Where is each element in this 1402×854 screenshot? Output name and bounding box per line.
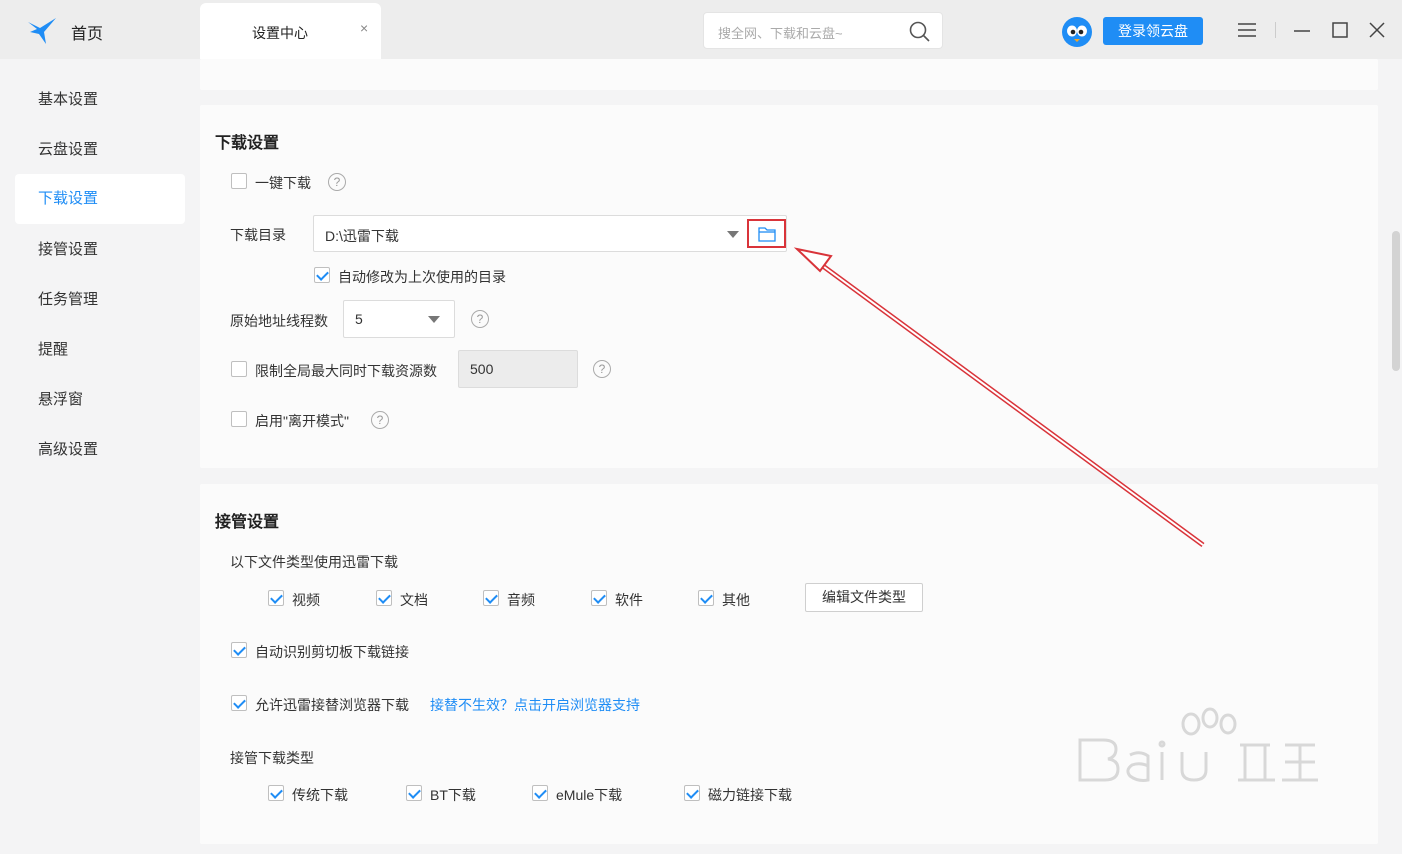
- tab-settings[interactable]: 设置中心 ×: [200, 3, 381, 59]
- type-magnet-checkbox[interactable]: [684, 785, 700, 801]
- type-traditional-label: 传统下载: [292, 787, 348, 803]
- sidebar-item-advanced[interactable]: 高级设置: [15, 425, 185, 475]
- browse-folder-button[interactable]: [747, 219, 786, 248]
- sidebar-item-cloud[interactable]: 云盘设置: [15, 125, 185, 175]
- close-window-icon[interactable]: [1367, 20, 1387, 40]
- browser-takeover-checkbox[interactable]: [231, 695, 247, 711]
- avatar[interactable]: [1060, 14, 1094, 48]
- edit-filetypes-button[interactable]: 编辑文件类型: [805, 583, 923, 612]
- threads-select[interactable]: 5: [343, 300, 455, 338]
- close-icon[interactable]: ×: [360, 21, 374, 35]
- filetype-other-label: 其他: [722, 592, 750, 608]
- divider: [1275, 22, 1276, 38]
- help-icon[interactable]: ?: [328, 173, 346, 191]
- minimize-icon[interactable]: [1292, 20, 1312, 40]
- sidebar-item-floating[interactable]: 悬浮窗: [15, 375, 185, 425]
- threads-label: 原始地址线程数: [230, 313, 328, 329]
- download-section-title: 下载设置: [215, 135, 280, 152]
- clipboard-label: 自动识别剪切板下载链接: [255, 644, 409, 660]
- maximize-icon[interactable]: [1330, 20, 1350, 40]
- sidebar-item-tasks[interactable]: 任务管理: [15, 275, 185, 325]
- filetype-software-checkbox[interactable]: [591, 590, 607, 606]
- help-icon[interactable]: ?: [593, 360, 611, 378]
- scrollbar-thumb[interactable]: [1392, 231, 1400, 371]
- xunlei-logo-icon: [28, 18, 56, 44]
- type-traditional-checkbox[interactable]: [268, 785, 284, 801]
- browser-takeover-label: 允许迅雷接替浏览器下载: [255, 697, 409, 713]
- menu-icon[interactable]: [1237, 20, 1257, 40]
- type-emule-label: eMule下载: [556, 787, 623, 803]
- search-input[interactable]: 搜全网、下载和云盘~: [703, 12, 943, 49]
- search-icon[interactable]: [909, 21, 931, 43]
- clipboard-checkbox[interactable]: [231, 642, 247, 658]
- tab-settings-label: 设置中心: [252, 25, 308, 41]
- type-magnet-label: 磁力链接下载: [708, 787, 792, 803]
- browser-support-link[interactable]: 接替不生效？点击开启浏览器支持: [430, 695, 640, 715]
- threads-value: 5: [355, 311, 363, 327]
- filetype-video-label: 视频: [292, 592, 320, 608]
- takeover-section-title: 接管设置: [215, 514, 280, 531]
- download-dir-value: D:\迅雷下载: [325, 228, 399, 244]
- chevron-down-icon[interactable]: [727, 231, 739, 238]
- sidebar-item-reminder[interactable]: 提醒: [15, 325, 185, 375]
- search-placeholder: 搜全网、下载和云盘~: [718, 26, 843, 41]
- download-dir-label: 下载目录: [230, 227, 286, 243]
- help-icon[interactable]: ?: [371, 411, 389, 429]
- type-emule-checkbox[interactable]: [532, 785, 548, 801]
- filetype-software-label: 软件: [615, 592, 643, 608]
- filetype-other-checkbox[interactable]: [698, 590, 714, 606]
- filetype-audio-label: 音频: [507, 592, 535, 608]
- limit-resources-value: 500: [470, 361, 494, 377]
- filetypes-label: 以下文件类型使用迅雷下载: [230, 554, 398, 570]
- type-bt-checkbox[interactable]: [406, 785, 422, 801]
- title-bar: 首页 设置中心 × 搜全网、下载和云盘~ 登录领云盘: [0, 0, 1402, 59]
- filetype-document-label: 文档: [400, 592, 428, 608]
- sidebar-item-takeover[interactable]: 接管设置: [15, 225, 185, 275]
- auto-change-dir-label: 自动修改为上次使用的目录: [338, 269, 506, 285]
- away-mode-label: 启用"离开模式": [255, 413, 349, 429]
- one-click-checkbox[interactable]: [231, 173, 247, 189]
- auto-change-dir-checkbox[interactable]: [314, 267, 330, 283]
- away-mode-checkbox[interactable]: [231, 411, 247, 427]
- download-dir-select[interactable]: D:\迅雷下载: [313, 215, 787, 252]
- baidu-jingyan-watermark: [1078, 707, 1318, 782]
- type-bt-label: BT下载: [430, 787, 476, 803]
- folder-icon: [758, 227, 776, 242]
- filetype-video-checkbox[interactable]: [268, 590, 284, 606]
- filetype-document-checkbox[interactable]: [376, 590, 392, 606]
- filetype-audio-checkbox[interactable]: [483, 590, 499, 606]
- limit-resources-label: 限制全局最大同时下载资源数: [255, 363, 437, 379]
- previous-section-panel: [200, 59, 1378, 90]
- sidebar-item-download[interactable]: 下载设置: [15, 174, 185, 224]
- settings-sidebar: 基本设置 云盘设置 下载设置 接管设置 任务管理 提醒 悬浮窗 高级设置: [0, 59, 200, 854]
- login-button[interactable]: 登录领云盘: [1103, 17, 1203, 45]
- tab-home-label: 首页: [71, 26, 104, 43]
- sidebar-item-basic[interactable]: 基本设置: [15, 75, 185, 125]
- limit-resources-checkbox[interactable]: [231, 361, 247, 377]
- chevron-down-icon[interactable]: [428, 316, 440, 323]
- limit-resources-input[interactable]: 500: [458, 350, 578, 388]
- one-click-label: 一键下载: [255, 175, 311, 191]
- takeover-types-label: 接管下载类型: [230, 750, 314, 766]
- help-icon[interactable]: ?: [471, 310, 489, 328]
- tab-home[interactable]: 首页: [0, 0, 200, 59]
